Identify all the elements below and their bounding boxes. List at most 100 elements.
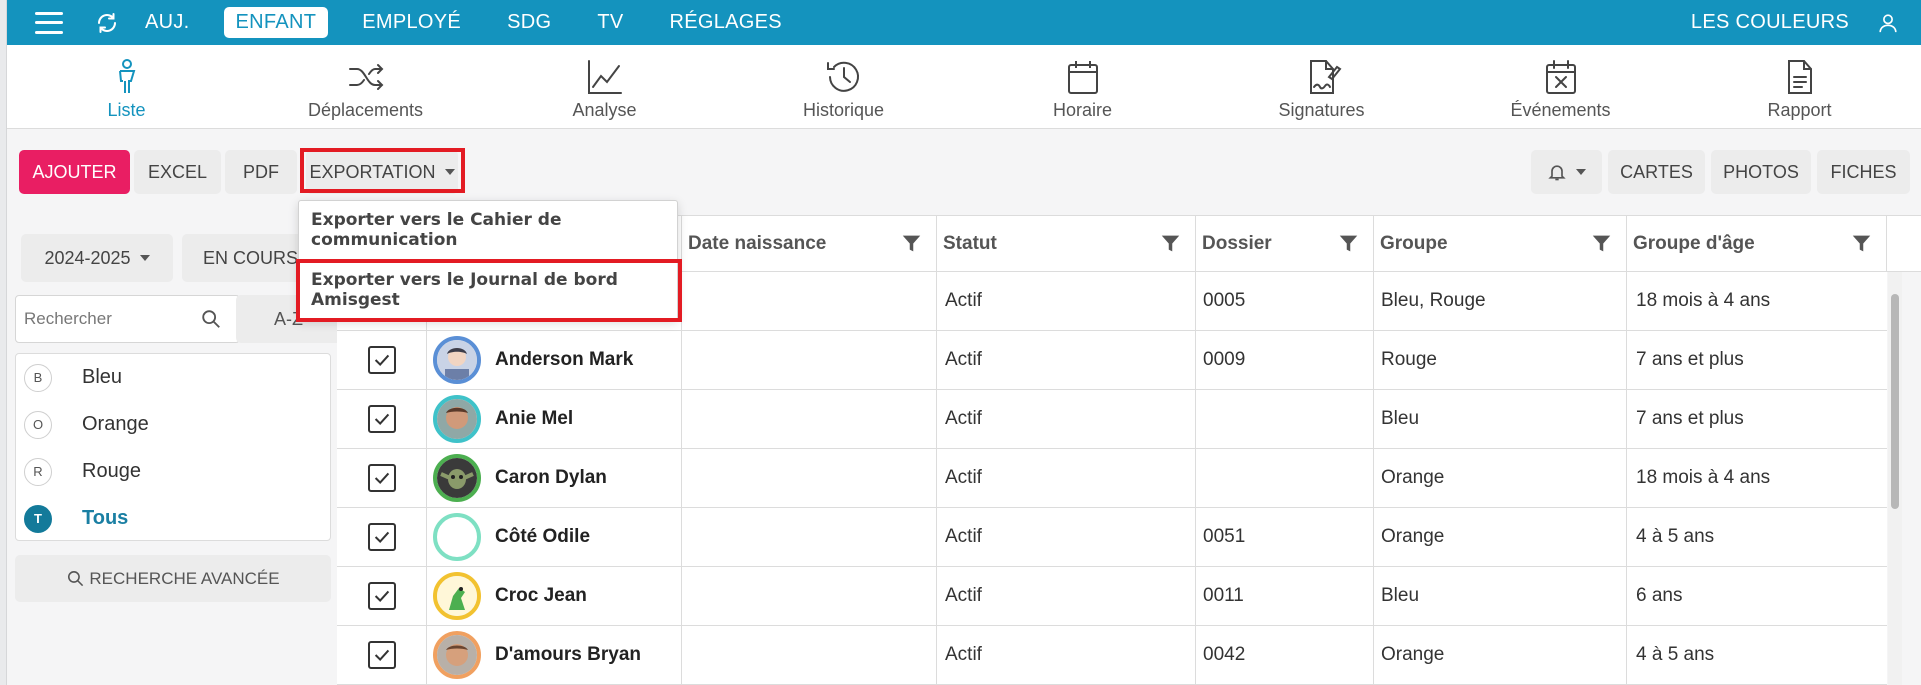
group-item-bleu[interactable]: B Bleu	[16, 354, 330, 401]
table-row[interactable]: Côté Odile Actif 0051 Orange 4 à 5 ans	[337, 508, 1887, 567]
filter-icon[interactable]	[901, 233, 922, 254]
header-dossier[interactable]: Dossier	[1196, 216, 1374, 271]
table-row[interactable]: Anderson Mark Actif 0009 Rouge 7 ans et …	[337, 331, 1887, 390]
group-item-rouge[interactable]: R Rouge	[16, 448, 330, 495]
birthdate-cell	[682, 567, 937, 625]
dossier-cell: 0051	[1196, 508, 1374, 566]
header-date-naissance[interactable]: Date naissance	[682, 216, 937, 271]
tab-rapport[interactable]: Rapport	[1680, 45, 1919, 128]
nav-auj[interactable]: AUJ.	[133, 7, 202, 38]
group-item-orange[interactable]: O Orange	[16, 401, 330, 448]
header-groupe-age[interactable]: Groupe d'âge	[1627, 216, 1887, 271]
row-checkbox[interactable]	[367, 405, 396, 433]
table-row[interactable]: Caron Dylan Actif Orange 18 mois à 4 ans	[337, 449, 1887, 508]
table-row[interactable]: Croc Jean Actif 0011 Bleu 6 ans	[337, 567, 1887, 626]
tab-label: Événements	[1510, 100, 1611, 120]
table-row[interactable]: D'amours Bryan Actif 0042 Orange 4 à 5 a…	[337, 626, 1887, 685]
status-cell: Actif	[937, 626, 1196, 684]
advanced-search-label: RECHERCHE AVANCÉE	[89, 568, 280, 588]
group-letter-badge: O	[24, 410, 52, 439]
avatar	[433, 454, 481, 502]
search-icon[interactable]	[200, 308, 222, 330]
table-row[interactable]: Anie Mel Actif Bleu 7 ans et plus	[337, 390, 1887, 449]
filter-icon[interactable]	[1591, 233, 1612, 254]
row-checkbox-cell	[337, 449, 427, 507]
excel-button[interactable]: EXCEL	[134, 150, 221, 194]
row-checkbox[interactable]	[367, 582, 396, 610]
daycare-name[interactable]: LES COULEURS	[1691, 11, 1849, 34]
user-icon[interactable]	[1877, 12, 1899, 34]
group-cell: Bleu	[1374, 567, 1627, 625]
refresh-icon[interactable]	[95, 11, 119, 35]
age-group-cell: 7 ans et plus	[1636, 408, 1744, 429]
child-name-cell: Côté Odile	[427, 508, 682, 566]
export-cahier-item[interactable]: Exporter vers le Cahier de communication	[299, 201, 679, 259]
table-scrollbar[interactable]	[1888, 272, 1902, 685]
export-journal-item[interactable]: Exporter vers le Journal de bord Amisges…	[299, 261, 679, 319]
nav-tv[interactable]: TV	[585, 7, 635, 38]
header-groupe[interactable]: Groupe	[1374, 216, 1627, 271]
avatar-photo	[437, 576, 477, 616]
tab-label: Liste	[107, 100, 146, 120]
row-checkbox[interactable]	[367, 641, 396, 669]
group-name: Orange	[82, 413, 149, 435]
fiches-button[interactable]: FICHES	[1817, 150, 1910, 194]
year-dropdown[interactable]: 2024-2025	[21, 234, 173, 282]
tab-label: Historique	[802, 100, 885, 120]
search-input[interactable]	[24, 309, 194, 329]
row-checkbox[interactable]	[367, 346, 396, 374]
row-checkbox-cell	[337, 390, 427, 448]
tab-historique[interactable]: Historique	[724, 45, 963, 128]
checkmark-icon	[374, 590, 389, 603]
header-statut[interactable]: Statut	[937, 216, 1196, 271]
avatar	[433, 336, 481, 384]
export-menu: Exporter vers le Cahier de communication…	[298, 200, 678, 320]
hamburger-menu-icon[interactable]	[35, 11, 63, 34]
birthdate-cell	[682, 449, 937, 507]
nav-reglages[interactable]: RÉGLAGES	[657, 7, 793, 38]
filter-icon[interactable]	[1851, 233, 1872, 254]
tab-horaire[interactable]: Horaire	[963, 45, 1202, 128]
group-item-tous[interactable]: T Tous	[16, 495, 330, 542]
export-label: EXPORTATION	[309, 161, 436, 182]
cartes-button[interactable]: CARTES	[1608, 150, 1705, 194]
nav-employe[interactable]: EMPLOYÉ	[350, 7, 473, 38]
tab-label: Horaire	[1052, 100, 1113, 120]
row-checkbox-cell	[337, 508, 427, 566]
person-icon	[118, 59, 135, 93]
header-label: Dossier	[1202, 232, 1272, 254]
tab-label: Analyse	[572, 100, 637, 120]
export-dropdown-button[interactable]: EXPORTATION	[306, 150, 458, 194]
filter-icon[interactable]	[1160, 233, 1181, 254]
dossier-cell: 0009	[1196, 331, 1374, 389]
pdf-button[interactable]: PDF	[225, 150, 297, 194]
tab-liste[interactable]: Liste	[7, 45, 246, 128]
advanced-search-button[interactable]: RECHERCHE AVANCÉE	[15, 555, 331, 602]
status-filter-button[interactable]: EN COURS	[182, 234, 317, 282]
tab-deplacements[interactable]: Déplacements	[246, 45, 485, 128]
tab-analyse[interactable]: Analyse	[485, 45, 724, 128]
filter-icon[interactable]	[1338, 233, 1359, 254]
scrollbar-thumb[interactable]	[1891, 294, 1899, 509]
child-name-cell: Anie Mel	[427, 390, 682, 448]
header-label: Groupe d'âge	[1633, 232, 1755, 254]
add-button[interactable]: AJOUTER	[19, 150, 130, 194]
group-cell: Bleu, Rouge	[1374, 272, 1627, 330]
photos-button[interactable]: PHOTOS	[1711, 150, 1811, 194]
child-name: D'amours Bryan	[495, 644, 642, 665]
avatar	[433, 631, 481, 679]
birthdate-cell	[682, 626, 937, 684]
nav-sdg[interactable]: SDG	[495, 7, 563, 38]
tab-signatures[interactable]: Signatures	[1202, 45, 1441, 128]
notifications-button[interactable]	[1531, 150, 1602, 194]
group-cell: Orange	[1374, 626, 1627, 684]
checkmark-icon	[374, 531, 389, 544]
dossier-cell	[1196, 390, 1374, 448]
search-field[interactable]	[15, 295, 240, 343]
nav-enfant[interactable]: ENFANT	[223, 7, 329, 38]
row-checkbox[interactable]	[367, 464, 396, 492]
row-checkbox[interactable]	[367, 523, 396, 551]
tab-evenements[interactable]: Événements	[1441, 45, 1680, 128]
avatar	[433, 395, 481, 443]
group-name: Bleu	[82, 366, 123, 388]
